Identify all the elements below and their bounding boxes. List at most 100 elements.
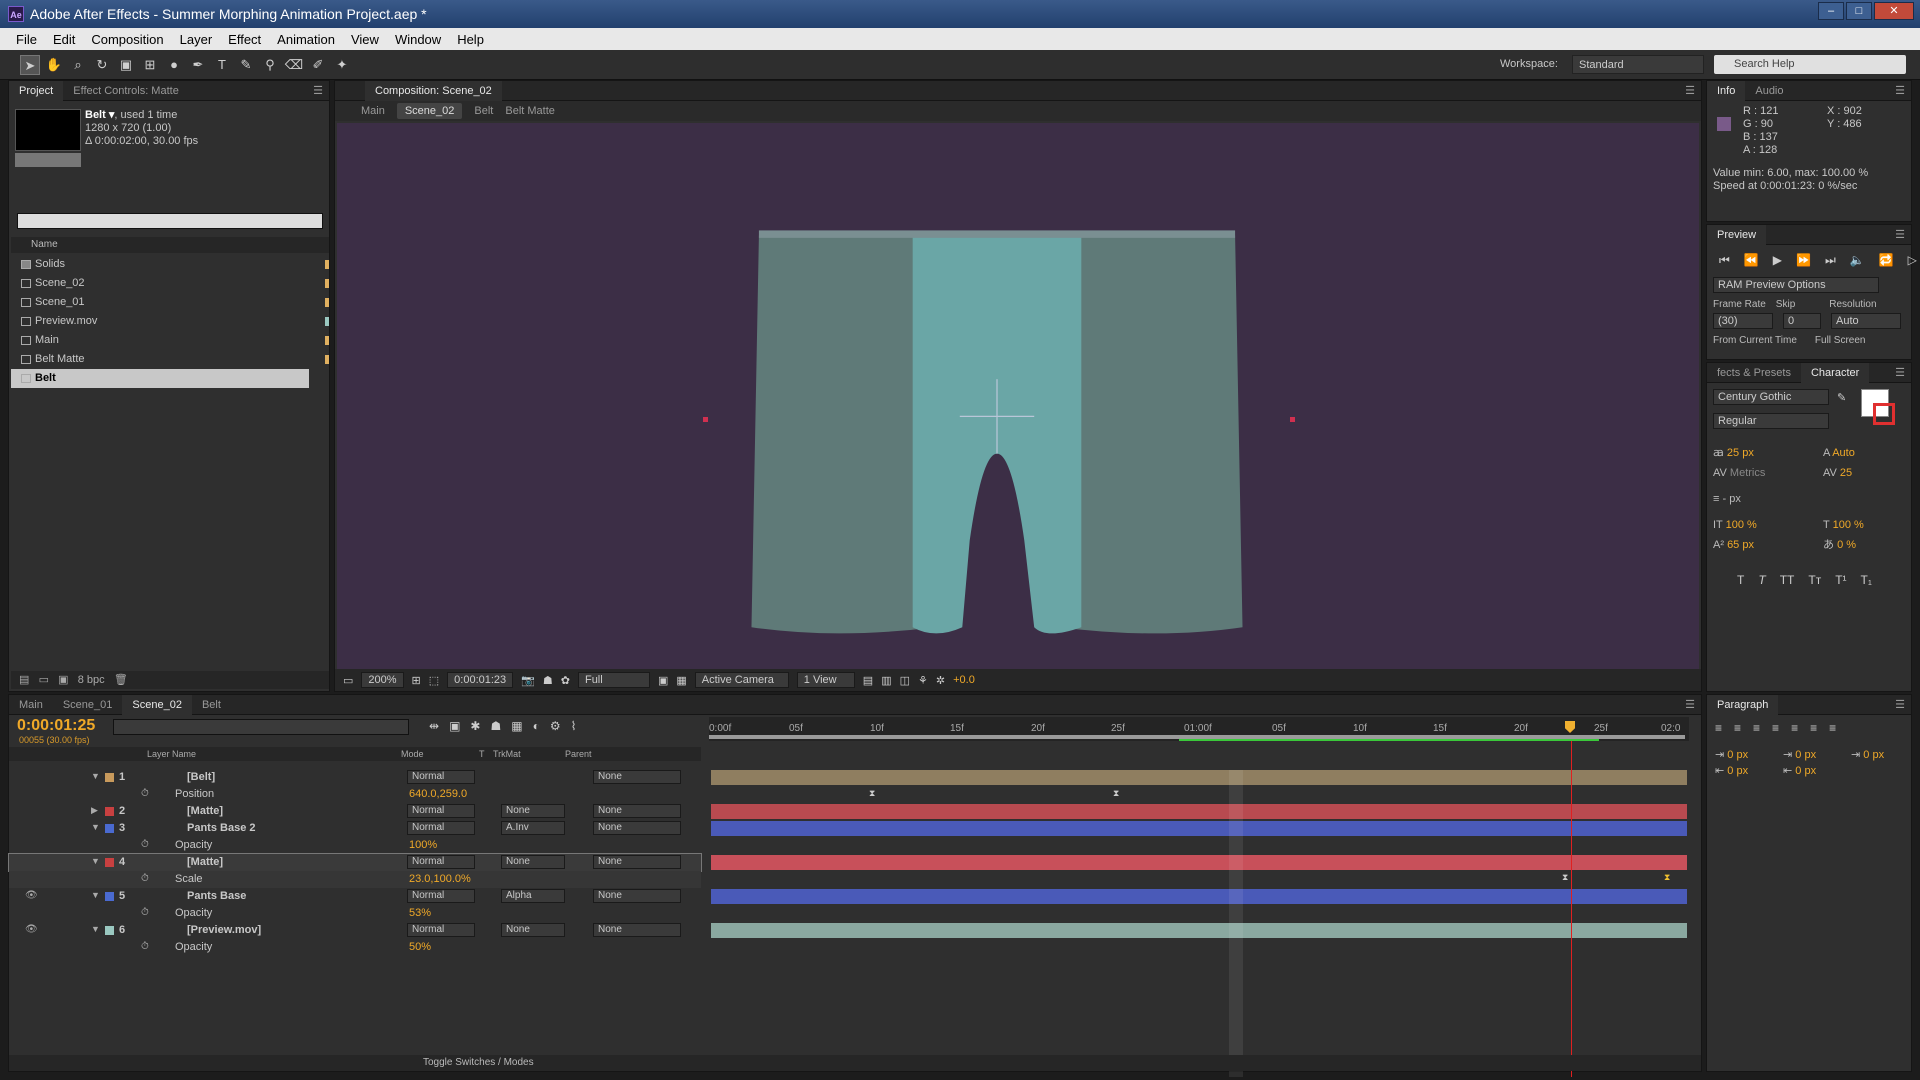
transparency-grid-icon[interactable]: ▦ [676, 674, 686, 687]
layer-mode-dropdown[interactable]: Normal [407, 804, 475, 818]
panel-menu-icon[interactable]: ☰ [1685, 698, 1695, 711]
project-item-solids[interactable]: Solids [11, 255, 329, 274]
frame-rate-dropdown[interactable]: (30) [1713, 313, 1773, 329]
stroke-width-value[interactable]: - px [1722, 493, 1740, 505]
toggle-switches-modes-button[interactable]: Toggle Switches / Modes [423, 1057, 534, 1068]
tab-composition[interactable]: Composition: Scene_02 [365, 80, 502, 101]
eye-icon[interactable]: 👁 [25, 924, 38, 935]
tab-scene-01[interactable]: Scene_01 [53, 695, 123, 715]
breadcrumb-belt-matte[interactable]: Belt Matte [505, 105, 555, 117]
stopwatch-icon[interactable]: ⏱ [141, 907, 149, 918]
layer-trkmat-dropdown[interactable]: None [501, 923, 565, 937]
layer-row-3[interactable]: ▼ 3 Pants Base 2 Normal A.Inv None [9, 820, 701, 837]
twirl-down-icon[interactable]: ▼ [91, 890, 100, 900]
time-ruler[interactable]: 0:00f 05f 10f 15f 20f 25f 01:00f 05f 10f… [709, 717, 1689, 741]
breadcrumb-belt[interactable]: Belt [474, 105, 493, 117]
justify-all-icon[interactable]: ≡ [1829, 721, 1836, 735]
brainstorm-icon[interactable]: ⚙ [550, 719, 561, 733]
project-item-belt[interactable]: Belt [11, 369, 309, 388]
layer-bar-5[interactable] [711, 889, 1687, 904]
panel-menu-icon[interactable]: ☰ [313, 84, 323, 97]
layer-mode-dropdown[interactable]: Normal [407, 889, 475, 903]
search-help-input[interactable]: Search Help [1714, 55, 1906, 74]
header-parent[interactable]: Parent [565, 749, 592, 759]
layer-trkmat-dropdown[interactable]: None [501, 855, 565, 869]
tab-main[interactable]: Main [9, 695, 53, 715]
stopwatch-icon[interactable]: ⏱ [141, 941, 149, 952]
layer-bar-4[interactable] [711, 855, 1687, 870]
exposure-value[interactable]: +0.0 [953, 674, 975, 686]
leading-value[interactable]: Auto [1832, 447, 1855, 459]
property-row[interactable]: ⏱ Scale 23.0,100.0% [9, 871, 701, 888]
live-update-icon[interactable]: ▣ [449, 719, 460, 733]
all-caps-button[interactable]: TT [1780, 573, 1795, 587]
layer-row-5[interactable]: 👁 ▼ 5 Pants Base Normal Alpha None [9, 888, 701, 905]
first-frame-icon[interactable]: ⏮ [1719, 253, 1730, 268]
menu-effect[interactable]: Effect [220, 28, 269, 50]
header-mode[interactable]: Mode [401, 749, 424, 759]
align-left-icon[interactable]: ≡ [1715, 721, 1722, 735]
layer-trkmat-dropdown[interactable]: Alpha [501, 889, 565, 903]
timeline-current-time[interactable]: 0:00:01:25 [17, 717, 95, 735]
layer-bar-1[interactable] [711, 770, 1687, 785]
tab-project[interactable]: Project [9, 80, 64, 101]
graph-editor-icon[interactable]: ⌇ [571, 719, 577, 733]
tracking-value[interactable]: 25 [1840, 467, 1852, 479]
property-value[interactable]: 100% [409, 839, 437, 851]
space-before-value[interactable]: 0 px [1727, 765, 1748, 777]
layer-name[interactable]: [Belt] [187, 771, 215, 783]
twirl-down-icon[interactable]: ▼ [91, 771, 100, 781]
property-value[interactable]: 50% [409, 941, 431, 953]
rotate-tool-icon[interactable]: ↻ [92, 55, 112, 75]
panel-menu-icon[interactable]: ☰ [1895, 366, 1905, 379]
faux-italic-button[interactable]: T [1758, 573, 1765, 587]
timeline-tracks[interactable]: ⧗ ⧗ ⧗ ⧗ [709, 741, 1689, 1077]
stroke-color-swatch[interactable] [1873, 403, 1895, 425]
hand-tool-icon[interactable]: ✋ [44, 55, 64, 75]
snapshot-icon[interactable]: 📷 [521, 674, 535, 687]
panel-menu-icon[interactable]: ☰ [1895, 84, 1905, 97]
tab-paragraph[interactable]: Paragraph [1707, 694, 1779, 715]
tab-audio[interactable]: Audio [1745, 81, 1793, 101]
ram-preview-icon[interactable]: ▷ [1908, 253, 1917, 268]
layer-parent-dropdown[interactable]: None [593, 804, 681, 818]
stopwatch-icon[interactable]: ⏱ [141, 873, 149, 884]
prev-frame-icon[interactable]: ⏪ [1744, 253, 1759, 268]
layer-name[interactable]: [Matte] [187, 856, 223, 868]
new-folder-icon[interactable]: ▭ [39, 674, 49, 686]
menu-help[interactable]: Help [449, 28, 492, 50]
eraser-tool-icon[interactable]: ⌫ [284, 55, 304, 75]
justify-center-icon[interactable]: ≡ [1791, 721, 1798, 735]
next-frame-icon[interactable]: ⏩ [1796, 253, 1811, 268]
roto-brush-icon[interactable]: ✐ [308, 55, 328, 75]
text-tool-icon[interactable]: T [212, 55, 232, 75]
bpc-button[interactable]: 8 bpc [78, 674, 105, 686]
indent-left-value[interactable]: 0 px [1727, 749, 1748, 761]
clone-tool-icon[interactable]: ⚲ [260, 55, 280, 75]
property-row[interactable]: ⏱ Position 640.0,259.0 [9, 786, 701, 803]
zoom-tool-icon[interactable]: ⌕ [68, 55, 88, 75]
stopwatch-icon[interactable]: ⏱ [141, 839, 149, 850]
tab-info[interactable]: Info [1707, 80, 1746, 101]
layer-parent-dropdown[interactable]: None [593, 855, 681, 869]
always-preview-icon[interactable]: ▭ [343, 674, 353, 687]
comp-viewer[interactable] [337, 123, 1699, 669]
baseline-shift-value[interactable]: 65 px [1727, 539, 1754, 551]
layer-parent-dropdown[interactable]: None [593, 889, 681, 903]
twirl-right-icon[interactable]: ▶ [91, 805, 98, 816]
workspace-dropdown[interactable]: Standard [1572, 55, 1704, 74]
region-icon[interactable]: ⬚ [429, 674, 439, 687]
keyframe-icon[interactable]: ⧗ [869, 788, 875, 799]
faux-bold-button[interactable]: T [1737, 573, 1744, 587]
keyframe-icon[interactable]: ⧗ [1113, 788, 1119, 799]
tab-belt[interactable]: Belt [192, 695, 231, 715]
selected-item-name[interactable]: Belt ▾ [85, 109, 114, 121]
menu-file[interactable]: File [8, 28, 45, 50]
full-screen-checkbox[interactable]: Full Screen [1815, 335, 1866, 346]
layer-label-color[interactable] [105, 824, 114, 833]
selection-tool-icon[interactable]: ➤ [20, 55, 40, 75]
property-row[interactable]: ⏱ Opacity 100% [9, 837, 701, 854]
layer-mode-dropdown[interactable]: Normal [407, 923, 475, 937]
small-caps-button[interactable]: Tт [1808, 573, 1821, 587]
layer-trkmat-dropdown[interactable]: A.Inv [501, 821, 565, 835]
